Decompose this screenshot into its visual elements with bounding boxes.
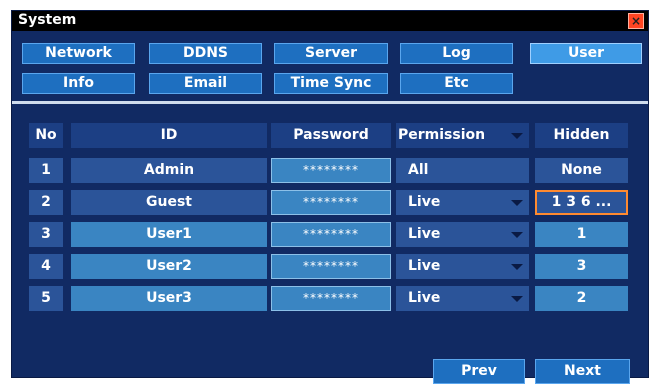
user-id-field[interactable]: Admin bbox=[71, 158, 267, 183]
hidden-channels-field[interactable]: 1 3 6 ... bbox=[535, 190, 628, 215]
permission-value: Live bbox=[408, 226, 441, 242]
password-field[interactable]: ******** bbox=[271, 158, 391, 183]
password-field[interactable]: ******** bbox=[271, 222, 391, 247]
tab-network[interactable]: Network bbox=[22, 43, 135, 64]
chevron-down-icon bbox=[511, 133, 523, 139]
hidden-channels-field[interactable]: 2 bbox=[535, 286, 628, 311]
row-number: 1 bbox=[29, 158, 63, 183]
permission-value: All bbox=[408, 162, 429, 178]
permission-select[interactable]: Live bbox=[396, 190, 529, 215]
permission-select[interactable]: Live bbox=[396, 254, 529, 279]
permission-select[interactable]: Live bbox=[396, 222, 529, 247]
tab-time-sync[interactable]: Time Sync bbox=[274, 73, 388, 94]
hidden-channels-field[interactable]: None bbox=[535, 158, 628, 183]
title-bar: System × bbox=[12, 11, 648, 31]
header-permission[interactable]: Permission bbox=[396, 123, 529, 148]
password-field[interactable]: ******** bbox=[271, 190, 391, 215]
tab-email[interactable]: Email bbox=[149, 73, 262, 94]
tab-ddns[interactable]: DDNS bbox=[149, 43, 262, 64]
user-id-field[interactable]: User3 bbox=[71, 286, 267, 311]
chevron-down-icon bbox=[511, 232, 523, 238]
next-button[interactable]: Next bbox=[535, 359, 630, 384]
tab-user[interactable]: User bbox=[530, 43, 642, 64]
row-number: 2 bbox=[29, 190, 63, 215]
password-field[interactable]: ******** bbox=[271, 254, 391, 279]
row-number: 5 bbox=[29, 286, 63, 311]
divider bbox=[12, 101, 648, 104]
tab-info[interactable]: Info bbox=[22, 73, 135, 94]
window-title: System bbox=[18, 12, 77, 28]
close-icon[interactable]: × bbox=[628, 13, 644, 29]
user-id-field[interactable]: Guest bbox=[71, 190, 267, 215]
header-id: ID bbox=[71, 123, 267, 148]
row-number: 3 bbox=[29, 222, 63, 247]
tab-log[interactable]: Log bbox=[400, 43, 513, 64]
permission-value: Live bbox=[408, 194, 441, 210]
row-number: 4 bbox=[29, 254, 63, 279]
header-permission-label: Permission bbox=[398, 127, 486, 143]
prev-button[interactable]: Prev bbox=[433, 359, 525, 384]
permission-value: Live bbox=[408, 290, 441, 306]
hidden-channels-field[interactable]: 1 bbox=[535, 222, 628, 247]
user-id-field[interactable]: User2 bbox=[71, 254, 267, 279]
system-window: System × Network DDNS Server Log User In… bbox=[11, 10, 649, 384]
header-password: Password bbox=[271, 123, 391, 148]
chevron-down-icon bbox=[511, 200, 523, 206]
tab-server[interactable]: Server bbox=[274, 43, 388, 64]
tab-etc[interactable]: Etc bbox=[400, 73, 513, 94]
permission-select[interactable]: All bbox=[396, 158, 529, 183]
chevron-down-icon bbox=[511, 264, 523, 270]
header-hidden: Hidden bbox=[535, 123, 628, 148]
permission-value: Live bbox=[408, 258, 441, 274]
user-id-field[interactable]: User1 bbox=[71, 222, 267, 247]
hidden-channels-field[interactable]: 3 bbox=[535, 254, 628, 279]
header-no: No bbox=[29, 123, 63, 148]
permission-select[interactable]: Live bbox=[396, 286, 529, 311]
chevron-down-icon bbox=[511, 296, 523, 302]
password-field[interactable]: ******** bbox=[271, 286, 391, 311]
